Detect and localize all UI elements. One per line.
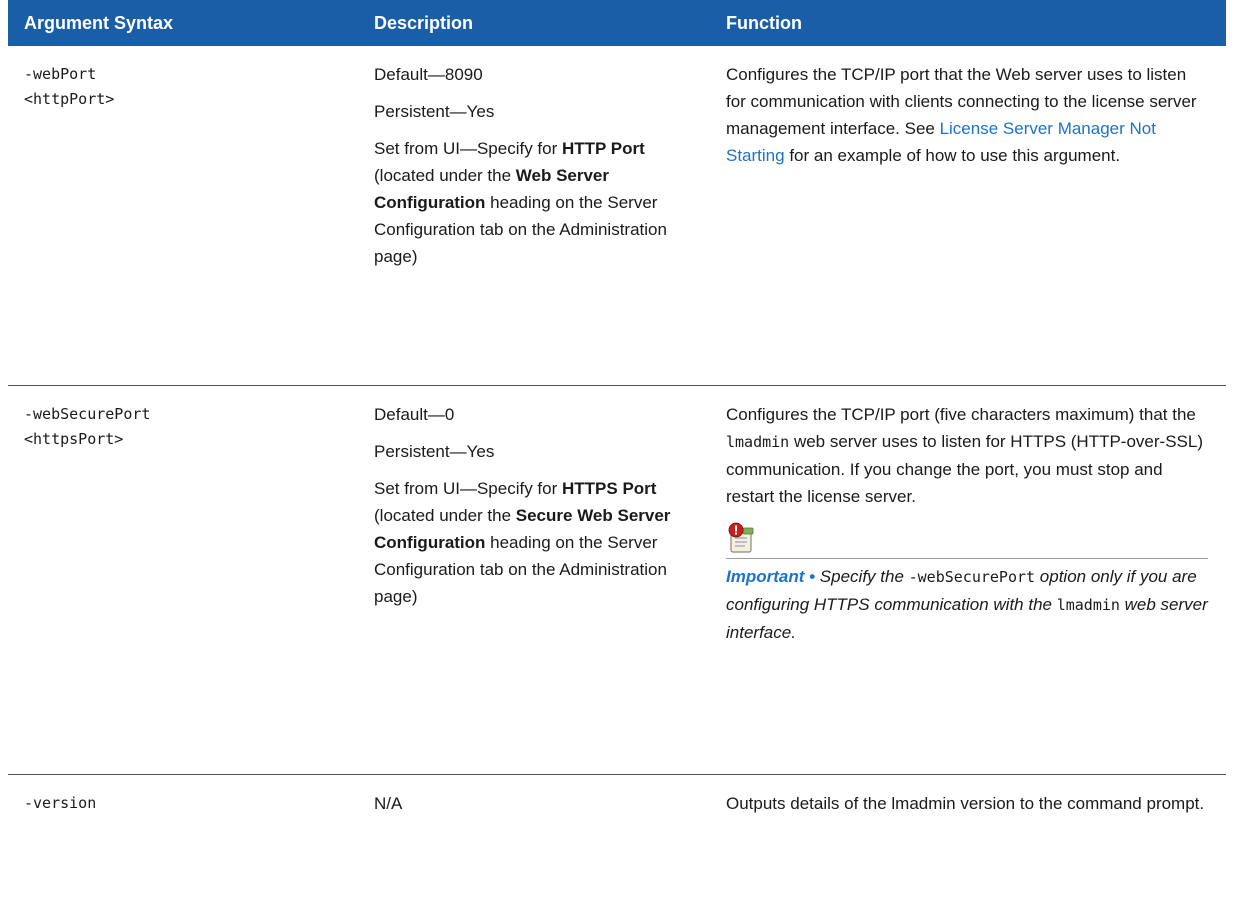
set-from-ui-text: Set from UI—Specify for HTTPS Port (loca… (374, 479, 671, 606)
table-row: -webSecurePort <httpsPort> Default—0 Per… (8, 386, 1226, 775)
description-cell: N/A (358, 775, 710, 895)
default-text: Default—8090 (374, 65, 483, 84)
argument-name: -webPort (24, 65, 97, 83)
default-text: N/A (374, 794, 403, 813)
ui-field-name: HTTP Port (562, 139, 645, 158)
important-note-icon (728, 522, 754, 553)
argument-value: <httpPort> (24, 90, 115, 108)
header-argument-syntax: Argument Syntax (24, 12, 174, 33)
ui-field-name: HTTPS Port (562, 479, 657, 498)
argument-cell: -webPort <httpPort> (8, 46, 358, 385)
inline-code: -webSecurePort (908, 568, 1036, 586)
description-cell: Default—8090 Persistent—Yes Set from UI—… (358, 46, 710, 385)
persistent-text: Persistent—Yes (374, 102, 495, 121)
inline-code: lmadmin (1056, 596, 1120, 614)
table-row: -webPort <httpPort> Default—8090 Persist… (8, 46, 1226, 386)
important-note: Important • Specify the -webSecurePort o… (726, 567, 1208, 642)
function-text: Configures the TCP/IP port that the Web … (726, 65, 1197, 165)
function-cell: Outputs details of the lmadmin version t… (710, 775, 1226, 895)
argument-value: <httpsPort> (24, 430, 124, 448)
table-header-row: Argument Syntax Description Function (8, 0, 1226, 46)
note-label: Important • (726, 567, 820, 586)
note-divider (726, 558, 1208, 559)
function-cell: Configures the TCP/IP port that the Web … (710, 46, 1226, 385)
argument-cell: -version (8, 775, 358, 895)
inline-code: lmadmin (726, 433, 790, 451)
function-text: Configures the TCP/IP port (five charact… (726, 405, 1203, 506)
header-function: Function (726, 12, 802, 33)
table-row: -version N/A Outputs details of the lmad… (8, 775, 1226, 895)
description-cell: Default—0 Persistent—Yes Set from UI—Spe… (358, 386, 710, 774)
set-from-ui-text: Set from UI—Specify for HTTP Port (locat… (374, 139, 667, 266)
argument-table: Argument Syntax Description Function -we… (8, 0, 1226, 895)
header-description: Description (374, 12, 474, 33)
argument-cell: -webSecurePort <httpsPort> (8, 386, 358, 774)
argument-name: -webSecurePort (24, 405, 151, 423)
function-cell: Configures the TCP/IP port (five charact… (710, 386, 1226, 774)
function-text: Outputs details of the lmadmin version t… (726, 794, 1205, 813)
default-text: Default—0 (374, 405, 455, 424)
argument-name: -version (24, 794, 97, 812)
persistent-text: Persistent—Yes (374, 442, 495, 461)
